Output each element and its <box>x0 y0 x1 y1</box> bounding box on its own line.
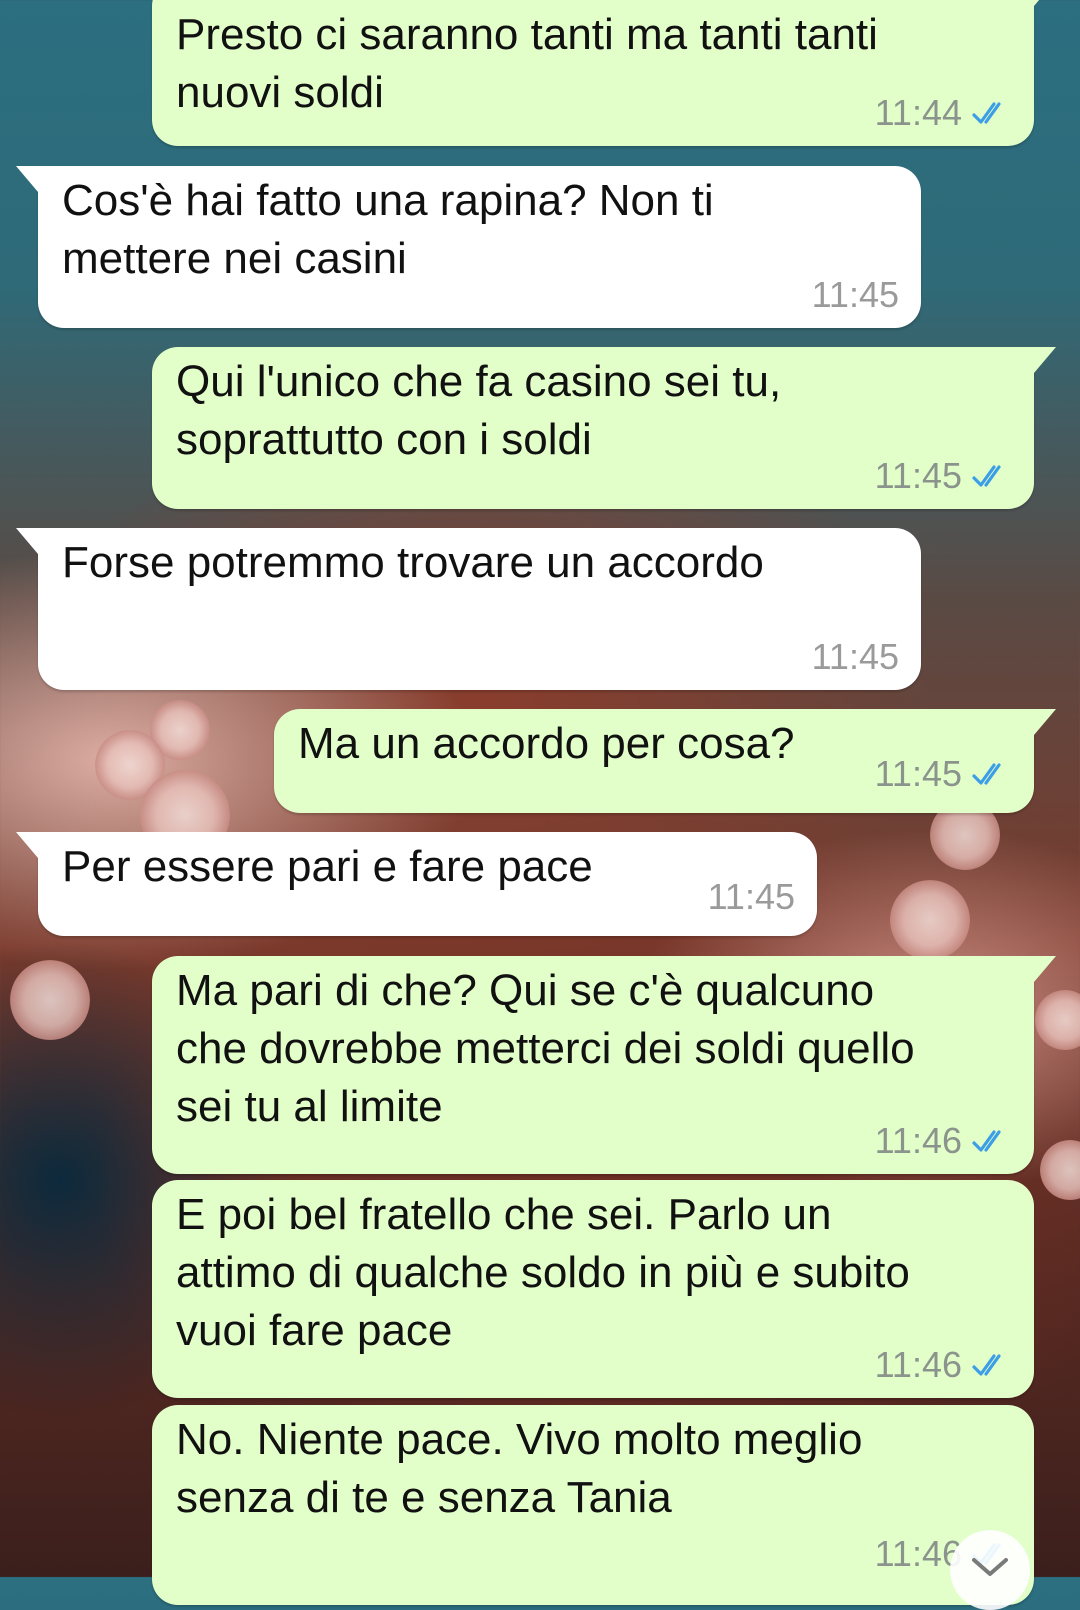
background-decoration <box>1040 1140 1080 1200</box>
double-check-icon <box>972 465 1001 487</box>
message-text: Per essere pari e fare pace <box>62 842 593 891</box>
message-bubble-incoming[interactable]: Forse potremmo trovare un accordo 11:45 <box>16 528 921 690</box>
message-meta: 11:45 <box>812 636 899 678</box>
message-bubble-outgoing[interactable]: E poi bel fratello che sei. Parlo un att… <box>152 1180 1034 1398</box>
chevron-down-icon <box>972 1558 1008 1576</box>
double-check-icon <box>972 763 1001 785</box>
message-time: 11:46 <box>874 1344 962 1385</box>
background-decoration <box>1035 990 1080 1050</box>
message-meta: 11:46 <box>875 1120 1012 1162</box>
message-text: Qui l'unico che fa casino sei tu, soprat… <box>176 357 782 464</box>
message-time: 11:46 <box>874 1533 962 1574</box>
double-check-icon <box>972 1130 1001 1152</box>
message-time: 11:45 <box>811 636 899 677</box>
double-check-icon <box>972 102 1001 124</box>
message-time: 11:45 <box>874 753 962 794</box>
message-bubble-incoming[interactable]: Cos'è hai fatto una rapina? Non ti mette… <box>16 166 921 328</box>
message-bubble-outgoing[interactable]: No. Niente pace. Vivo molto meglio senza… <box>152 1405 1034 1605</box>
message-meta: 11:45 <box>708 876 795 918</box>
message-meta: 11:45 <box>875 753 1012 795</box>
message-bubble-outgoing[interactable]: Ma pari di che? Qui se c'è qualcuno che … <box>152 956 1056 1174</box>
message-time: 11:46 <box>874 1120 962 1161</box>
message-time: 11:45 <box>707 876 795 917</box>
scroll-to-bottom-button[interactable] <box>950 1530 1030 1610</box>
message-bubble-incoming[interactable]: Per essere pari e fare pace 11:45 <box>16 832 817 936</box>
message-meta: 11:46 <box>875 1344 1012 1386</box>
message-bubble-outgoing[interactable]: Presto ci saranno tanti ma tanti tanti n… <box>152 0 1056 146</box>
double-check-icon <box>972 1354 1001 1376</box>
message-text: Ma pari di che? Qui se c'è qualcuno che … <box>176 966 915 1131</box>
background-decoration <box>10 960 90 1040</box>
message-bubble-outgoing[interactable]: Ma un accordo per cosa? 11:45 <box>274 709 1056 813</box>
message-time: 11:44 <box>874 92 962 133</box>
message-time: 11:45 <box>811 274 899 315</box>
message-time: 11:45 <box>874 455 962 496</box>
message-text: E poi bel fratello che sei. Parlo un att… <box>176 1190 910 1355</box>
message-meta: 11:45 <box>875 455 1012 497</box>
message-meta: 11:45 <box>812 274 899 316</box>
message-text: Cos'è hai fatto una rapina? Non ti mette… <box>62 176 714 283</box>
background-decoration <box>890 880 970 960</box>
message-meta: 11:44 <box>875 92 1012 134</box>
message-text: Forse potremmo trovare un accordo <box>62 538 764 587</box>
message-bubble-outgoing[interactable]: Qui l'unico che fa casino sei tu, soprat… <box>152 347 1056 509</box>
message-text: No. Niente pace. Vivo molto meglio senza… <box>176 1415 863 1522</box>
